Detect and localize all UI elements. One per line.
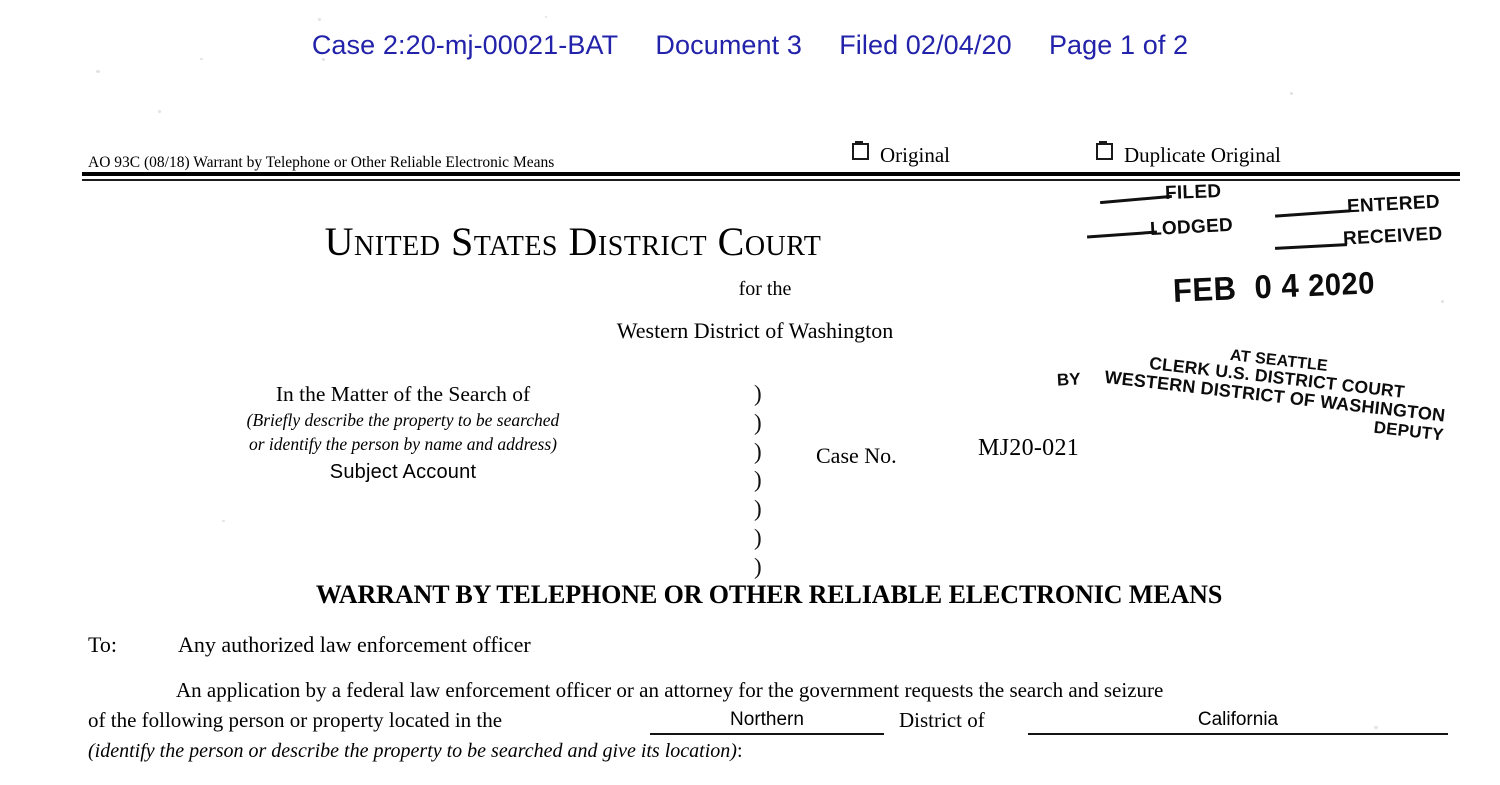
warrant-paragraph-line-1: An application by a federal law enforcem… (176, 678, 1164, 702)
caption-title: In the Matter of the Search of (275, 382, 531, 406)
caption-subject-account: Subject Account (329, 460, 477, 483)
ao-form-line: AO 93C (08/18) Warrant by Telephone or O… (88, 154, 555, 171)
court-title: United States District Court (324, 219, 822, 264)
checkbox-original[interactable]: Original (852, 141, 950, 168)
stamp-entered-rule (1274, 209, 1351, 218)
caption-paren: ) (754, 381, 762, 406)
header-rule-thick (82, 172, 1460, 176)
scan-speck (545, 16, 547, 18)
checkbox-icon[interactable] (1096, 141, 1113, 160)
stamp-by-label: BY (1056, 369, 1082, 390)
ecf-filed-date: Filed 02/04/20 (839, 30, 1012, 60)
caption-paren: ) (754, 524, 762, 550)
caption-paren: ) (754, 496, 762, 522)
ecf-header-stamp: Case 2:20-mj-00021-BAT Document 3 Filed … (0, 30, 1500, 61)
stamp-date: FEB 0 4 2020 (1172, 263, 1375, 310)
scan-speck (96, 70, 100, 73)
to-value: Any authorized law enforcement officer (178, 632, 531, 657)
scan-speck (318, 18, 321, 21)
caption-paren: ) (754, 438, 762, 464)
to-label: To: (88, 632, 118, 657)
stamp-date-month: FEB (1172, 269, 1238, 309)
ecf-case-number: Case 2:20-mj-00021-BAT (311, 30, 619, 60)
stamp-entered-label: ENTERED (1346, 191, 1441, 218)
district-of-label: District of (899, 708, 985, 732)
stamp-clerk-block: AT SEATTLE CLERK U.S. DISTRICT COURT WES… (1083, 332, 1469, 445)
warrant-location-instruction: (identify the person or describe the pro… (88, 740, 743, 763)
scan-speck (1290, 92, 1293, 95)
scan-speck (158, 110, 161, 113)
caption-paren: ) (754, 409, 762, 435)
ecf-document-number: Document 3 (655, 30, 802, 60)
warrant-location-instruction-colon: : (736, 740, 743, 762)
clerk-filed-stamp: FILED LODGED ENTERED RECEIVED FEB 0 4 20… (1056, 181, 1485, 444)
fill-in-district[interactable]: Northern (650, 709, 884, 735)
warrant-title: WARRANT BY TELEPHONE OR OTHER RELIABLE E… (315, 580, 1223, 609)
stamp-received-rule (1274, 243, 1348, 250)
caption-paren: ) (754, 467, 762, 493)
caption-paren-column: ) ) ) ) ) ) ) (754, 380, 762, 582)
stamp-date-day: 0 4 (1253, 266, 1300, 306)
warrant-paragraph-line-2: of the following person or property loca… (88, 708, 503, 732)
ecf-page-number: Page 1 of 2 (1048, 30, 1189, 60)
stamp-received-label: RECEIVED (1342, 223, 1444, 250)
stamp-lodged-label: LODGED (1149, 214, 1234, 241)
checkbox-duplicate-original[interactable]: Duplicate Original (1096, 141, 1281, 168)
case-caption: In the Matter of the Search of (Briefly … (208, 382, 598, 484)
stamp-date-year: 2020 (1307, 265, 1376, 304)
document-page: Case 2:20-mj-00021-BAT Document 3 Filed … (0, 0, 1500, 785)
stamp-lodged-rule (1086, 230, 1158, 239)
checkbox-icon[interactable] (852, 141, 869, 160)
case-no-value: MJ20-021 (978, 435, 1080, 461)
fill-in-state[interactable]: California (1028, 709, 1448, 735)
stamp-filed-rule (1100, 194, 1172, 205)
stamp-filed-label: FILED (1164, 181, 1222, 204)
caption-instruction-line-2: or identify the person by name and addre… (249, 434, 557, 455)
caption-paren: ) (754, 553, 762, 579)
caption-instruction-line-1: (Briefly describe the property to be sea… (246, 409, 560, 430)
scan-speck (222, 520, 225, 522)
header-rule-thin (82, 179, 1460, 181)
checkbox-original-label: Original (880, 143, 950, 167)
case-no-label: Case No. (816, 443, 897, 468)
checkbox-duplicate-label: Duplicate Original (1124, 143, 1281, 167)
warrant-location-instruction-text: (identify the person or describe the pro… (88, 740, 737, 762)
